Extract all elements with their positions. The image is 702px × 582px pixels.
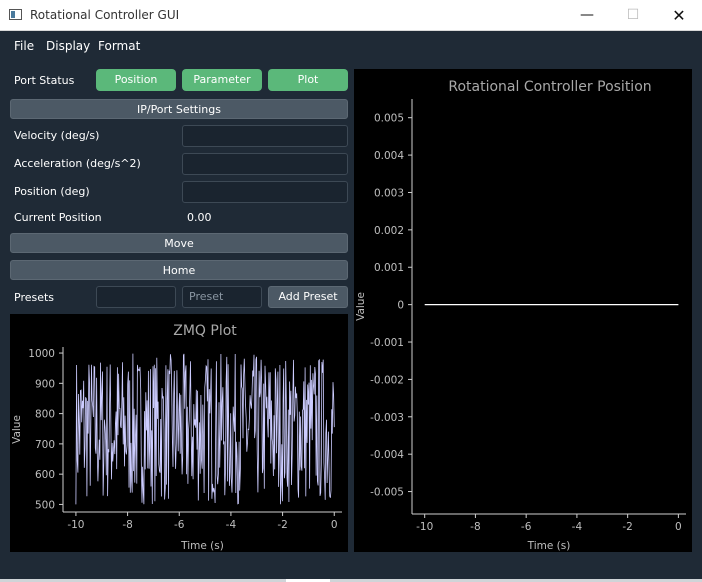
home-button[interactable]: Home <box>10 260 348 280</box>
acceleration-label: Acceleration (deg/s^2) <box>14 157 141 170</box>
menu-file[interactable]: File <box>14 39 34 53</box>
acceleration-input[interactable] <box>182 153 348 175</box>
current-position-label: Current Position <box>14 211 102 224</box>
plot-status-button[interactable]: Plot <box>268 69 348 91</box>
maximize-button[interactable]: ☐ <box>610 0 656 31</box>
status-bar <box>0 559 702 582</box>
app-icon <box>9 9 22 20</box>
y-tick-label: -0.003 <box>370 412 404 424</box>
presets-label: Presets <box>14 291 55 304</box>
x-tick-label: -2 <box>622 521 632 533</box>
x-tick-label: -6 <box>521 521 532 533</box>
y-tick-label: 0.002 <box>374 225 404 237</box>
x-axis-label: Time (s) <box>180 540 224 552</box>
y-tick-label: -0.002 <box>370 374 404 386</box>
y-tick-label: 0.001 <box>374 262 404 274</box>
x-axis-label: Time (s) <box>527 540 571 552</box>
zmq-plot: ZMQ Plot 500 600 700 800 900 1000 -10 -8 -6 -4 -2 0 T… <box>11 323 342 552</box>
y-tick-label: 0 <box>397 300 404 312</box>
title-bar: Rotational Controller GUI — ☐ ✕ <box>0 0 702 31</box>
y-tick-label: -0.005 <box>370 487 404 499</box>
x-tick-label: 0 <box>675 521 682 533</box>
y-tick-label: 0.003 <box>374 187 404 199</box>
menu-format[interactable]: Format <box>98 39 140 53</box>
add-preset-button[interactable]: Add Preset <box>268 286 348 308</box>
parameter-status-button[interactable]: Parameter <box>182 69 262 91</box>
y-tick-label: -0.001 <box>370 337 404 349</box>
x-tick-label: -4 <box>226 519 237 531</box>
menu-display[interactable]: Display <box>46 39 90 53</box>
y-tick-label: 500 <box>35 499 55 511</box>
position-label: Position (deg) <box>14 185 90 198</box>
position-plot-panel: Rotational Controller Position 0.005 0.004… <box>354 69 692 552</box>
y-tick-label: 1000 <box>28 348 55 360</box>
move-button[interactable]: Move <box>10 233 348 253</box>
minimize-button[interactable]: — <box>564 0 610 31</box>
y-tick-label: 600 <box>35 469 55 481</box>
position-input[interactable] <box>182 181 348 203</box>
close-button[interactable]: ✕ <box>656 0 702 31</box>
current-position-value: 0.00 <box>187 211 212 224</box>
menu-bar: File Display Format <box>0 31 702 59</box>
x-tick-label: -2 <box>277 519 287 531</box>
x-tick-label: -10 <box>416 521 433 533</box>
ip-port-settings-button[interactable]: IP/Port Settings <box>10 99 348 119</box>
series-line-zmq <box>75 353 335 505</box>
position-status-button[interactable]: Position <box>96 69 176 91</box>
y-axis-label: Value <box>11 415 23 444</box>
x-tick-label: -8 <box>470 521 480 533</box>
velocity-input[interactable] <box>182 125 348 147</box>
zmq-plot-panel: ZMQ Plot 500 600 700 800 900 1000 -10 -8 -6 -4 -2 0 T… <box>10 314 348 552</box>
x-tick-label: -6 <box>174 519 185 531</box>
y-tick-label: 700 <box>35 439 55 451</box>
x-tick-label: 0 <box>331 519 338 531</box>
chart-title: ZMQ Plot <box>173 323 237 339</box>
window-title: Rotational Controller GUI <box>30 8 180 22</box>
velocity-label: Velocity (deg/s) <box>14 129 100 142</box>
preset-name-input[interactable]: Preset name <box>182 286 262 323</box>
port-status-label: Port Status <box>14 74 75 87</box>
position-plot: Rotational Controller Position 0.005 0.004… <box>355 79 686 552</box>
x-tick-label: -10 <box>67 519 84 531</box>
y-tick-label: 900 <box>35 378 55 390</box>
chart-title: Rotational Controller Position <box>448 79 651 95</box>
y-tick-label: 0.004 <box>374 150 404 162</box>
presets-dropdown[interactable] <box>96 286 176 308</box>
y-tick-label: 0.005 <box>374 113 404 125</box>
y-tick-label: -0.004 <box>370 449 404 461</box>
x-tick-label: -8 <box>122 519 132 531</box>
x-tick-label: -4 <box>572 521 583 533</box>
y-axis-label: Value <box>355 292 367 321</box>
y-tick-label: 800 <box>35 409 55 421</box>
